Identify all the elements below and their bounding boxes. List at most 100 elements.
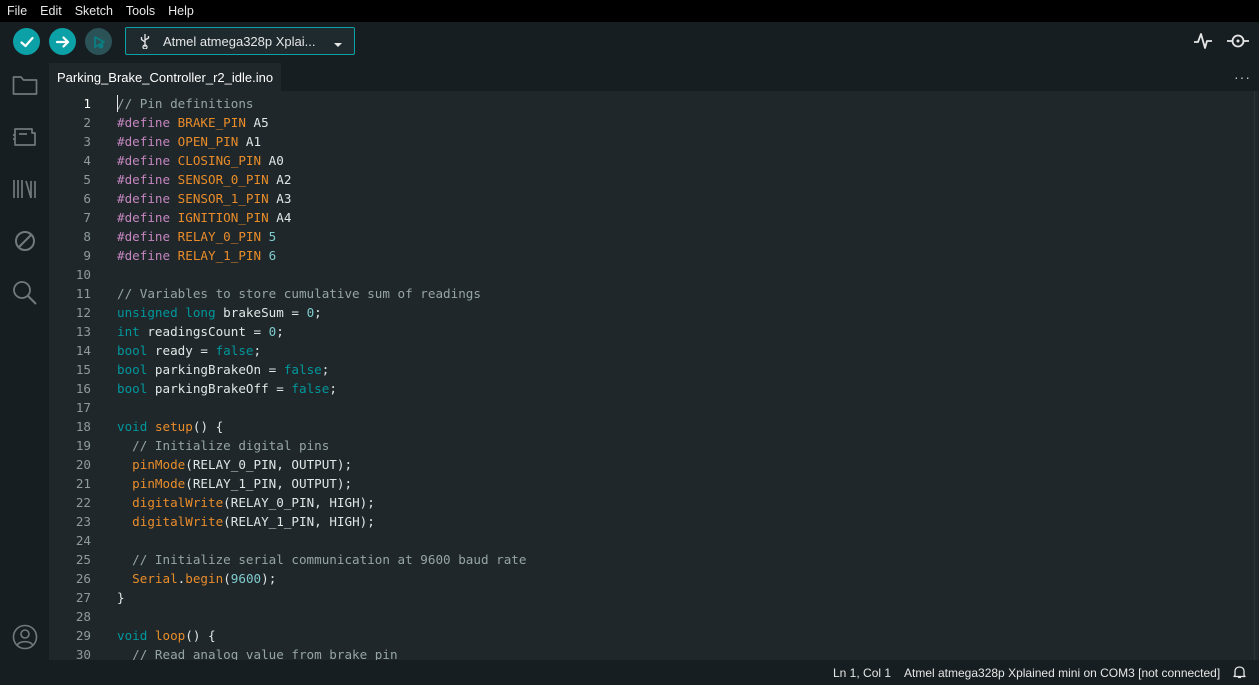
code-token: A2 bbox=[268, 172, 292, 187]
code-token: #define bbox=[117, 172, 171, 187]
code-token: // Read analog value from brake pin bbox=[132, 647, 398, 660]
debug-disabled-icon bbox=[15, 231, 35, 251]
code-line[interactable]: 16 bool parkingBrakeOff = false; bbox=[49, 379, 1254, 398]
code-line[interactable]: 6 #define SENSOR_1_PIN A3 bbox=[49, 189, 1254, 208]
library-manager-button[interactable] bbox=[12, 176, 38, 202]
sketchbook-button[interactable] bbox=[12, 72, 38, 98]
code-line[interactable]: 15 bool parkingBrakeOn = false; bbox=[49, 360, 1254, 379]
board-selector[interactable]: Atmel atmega328p Xplai... bbox=[125, 27, 355, 55]
code-line[interactable]: 30 // Read analog value from brake pin bbox=[49, 645, 1254, 660]
code-line[interactable]: 25 // Initialize serial communication at… bbox=[49, 550, 1254, 569]
code-line[interactable]: 10 bbox=[49, 265, 1254, 284]
code-token: void bbox=[117, 628, 148, 643]
status-bar: Ln 1, Col 1 Atmel atmega328p Xplained mi… bbox=[0, 660, 1259, 685]
board-connection-status[interactable]: Atmel atmega328p Xplained mini on COM3 [… bbox=[904, 666, 1220, 680]
code-line[interactable]: 14 bool ready = false; bbox=[49, 341, 1254, 360]
code-line[interactable]: 12 unsigned long brakeSum = 0; bbox=[49, 303, 1254, 322]
code-text: #define SENSOR_0_PIN A2 bbox=[117, 170, 291, 189]
code-token: A5 bbox=[245, 115, 269, 130]
debug-button[interactable] bbox=[85, 28, 112, 55]
code-text: pinMode(RELAY_1_PIN, OUTPUT); bbox=[117, 474, 352, 493]
code-token: pinMode bbox=[132, 457, 186, 472]
verify-button[interactable] bbox=[13, 28, 40, 55]
code-token: 5 bbox=[268, 229, 277, 244]
code-token: parkingBrakeOn = bbox=[147, 362, 284, 377]
code-line[interactable]: 18 void setup() { bbox=[49, 417, 1254, 436]
boards-manager-button[interactable] bbox=[12, 124, 38, 150]
line-number: 20 bbox=[75, 457, 91, 472]
line-number: 19 bbox=[75, 438, 91, 453]
editor-tab-bar: Parking_Brake_Controller_r2_idle.ino ··· bbox=[49, 63, 1259, 92]
code-token: digitalWrite bbox=[132, 514, 224, 529]
line-number: 9 bbox=[83, 248, 91, 263]
code-token: A4 bbox=[268, 210, 292, 225]
serial-monitor-button[interactable] bbox=[1226, 31, 1250, 56]
library-icon bbox=[13, 180, 36, 199]
caret-down-icon bbox=[333, 37, 343, 52]
text-cursor bbox=[117, 95, 118, 112]
checkmark-icon bbox=[19, 36, 34, 47]
line-number: 30 bbox=[75, 647, 91, 660]
code-editor[interactable]: 1 // Pin definitions 2 #define BRAKE_PIN A5… bbox=[49, 91, 1254, 660]
line-number: 29 bbox=[75, 628, 91, 643]
code-line[interactable]: 13 int readingsCount = 0; bbox=[49, 322, 1254, 341]
menu-sketch[interactable]: Sketch bbox=[68, 0, 119, 22]
code-line[interactable]: 22 digitalWrite(RELAY_0_PIN, HIGH); bbox=[49, 493, 1254, 512]
activity-bar bbox=[0, 63, 49, 660]
code-line[interactable]: 9 #define RELAY_1_PIN 6 bbox=[49, 246, 1254, 265]
line-number: 13 bbox=[75, 324, 91, 339]
code-text: digitalWrite(RELAY_0_PIN, HIGH); bbox=[117, 493, 375, 512]
serial-plotter-button[interactable] bbox=[1193, 31, 1213, 56]
upload-button[interactable] bbox=[49, 28, 76, 55]
code-token: A3 bbox=[268, 191, 292, 206]
notifications-button[interactable] bbox=[1233, 665, 1246, 682]
line-number: 11 bbox=[75, 286, 91, 301]
code-line[interactable]: 28 bbox=[49, 607, 1254, 626]
code-line[interactable]: 3 #define OPEN_PIN A1 bbox=[49, 132, 1254, 151]
code-line[interactable]: 23 digitalWrite(RELAY_1_PIN, HIGH); bbox=[49, 512, 1254, 531]
code-text: // Initialize serial communication at 96… bbox=[117, 550, 526, 569]
code-text: Serial.begin(9600); bbox=[117, 569, 276, 588]
account-button[interactable] bbox=[12, 624, 38, 650]
menu-tools[interactable]: Tools bbox=[119, 0, 161, 22]
menu-help[interactable]: Help bbox=[161, 0, 200, 22]
code-line[interactable]: 17 bbox=[49, 398, 1254, 417]
code-line[interactable]: 5 #define SENSOR_0_PIN A2 bbox=[49, 170, 1254, 189]
menu-file[interactable]: File bbox=[0, 0, 33, 22]
code-line[interactable]: 26 Serial.begin(9600); bbox=[49, 569, 1254, 588]
code-line[interactable]: 8 #define RELAY_0_PIN 5 bbox=[49, 227, 1254, 246]
code-line[interactable]: 19 // Initialize digital pins bbox=[49, 436, 1254, 455]
code-line[interactable]: 4 #define CLOSING_PIN A0 bbox=[49, 151, 1254, 170]
editor-scrollbar[interactable] bbox=[1254, 91, 1259, 660]
code-line[interactable]: 24 bbox=[49, 531, 1254, 550]
code-line[interactable]: 7 #define IGNITION_PIN A4 bbox=[49, 208, 1254, 227]
code-line[interactable]: 29 void loop() { bbox=[49, 626, 1254, 645]
code-token: A0 bbox=[261, 153, 284, 168]
line-number: 27 bbox=[75, 590, 91, 605]
code-line[interactable]: 2 #define BRAKE_PIN A5 bbox=[49, 113, 1254, 132]
code-token: false bbox=[283, 362, 322, 377]
code-token: // Initialize digital pins bbox=[132, 438, 330, 453]
cursor-position[interactable]: Ln 1, Col 1 bbox=[833, 666, 891, 680]
more-actions-icon[interactable]: ··· bbox=[1234, 69, 1251, 85]
code-text: bool parkingBrakeOff = false; bbox=[117, 379, 337, 398]
code-line[interactable]: 11 // Variables to store cumulative sum o… bbox=[49, 284, 1254, 303]
code-line[interactable]: 21 pinMode(RELAY_1_PIN, OUTPUT); bbox=[49, 474, 1254, 493]
line-number: 7 bbox=[83, 210, 91, 225]
code-token: void bbox=[117, 419, 148, 434]
line-number: 26 bbox=[75, 571, 91, 586]
debug-panel-button[interactable] bbox=[12, 228, 38, 254]
code-line[interactable]: 1 // Pin definitions bbox=[49, 94, 1254, 113]
tab-sketch-file[interactable]: Parking_Brake_Controller_r2_idle.ino bbox=[49, 63, 282, 92]
menu-edit[interactable]: Edit bbox=[33, 0, 68, 22]
search-panel-button[interactable] bbox=[12, 280, 38, 306]
pulse-icon bbox=[1194, 33, 1212, 49]
code-line[interactable]: 20 pinMode(RELAY_0_PIN, OUTPUT); bbox=[49, 455, 1254, 474]
code-text: #define RELAY_1_PIN 6 bbox=[117, 246, 276, 265]
code-token: digitalWrite bbox=[132, 495, 224, 510]
code-text: // Pin definitions bbox=[117, 94, 253, 113]
code-line[interactable]: 27} bbox=[49, 588, 1254, 607]
